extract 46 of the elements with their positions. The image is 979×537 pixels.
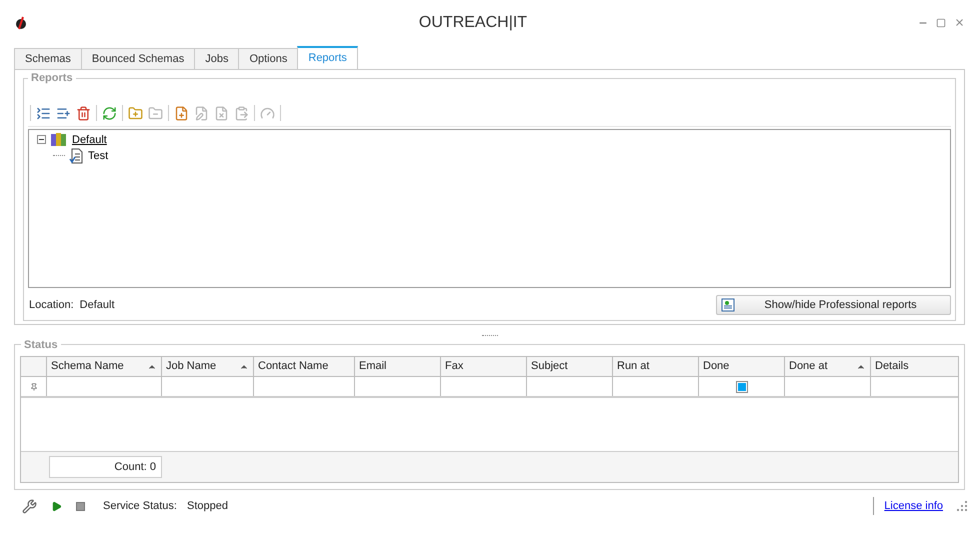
play-icon[interactable]	[51, 500, 62, 512]
pin-icon	[30, 382, 38, 390]
service-status-label: Service Status:	[103, 498, 177, 514]
column-header[interactable]: Schema Name	[47, 357, 162, 376]
expander-icon[interactable]	[37, 135, 46, 144]
tab[interactable]: Jobs	[194, 48, 240, 70]
window-title: OUTREACH|IT	[418, 14, 528, 30]
column-header[interactable]: Details	[871, 357, 957, 376]
close-icon[interactable]	[954, 17, 965, 28]
resize-grip-icon[interactable]	[957, 501, 967, 511]
group-title: Reports	[28, 70, 76, 86]
show-hide-button[interactable]: Show/hide Professional reports	[716, 295, 951, 316]
folder-plus-icon[interactable]	[128, 106, 143, 121]
books-icon	[50, 132, 68, 148]
tab[interactable]: Options	[238, 48, 298, 70]
report-icon	[69, 148, 84, 164]
stop-icon[interactable]	[76, 502, 85, 510]
license-link[interactable]: License info	[884, 498, 943, 514]
tab[interactable]: Reports	[297, 46, 358, 70]
column-header[interactable]: Subject	[527, 357, 613, 376]
app-logo	[14, 16, 28, 30]
maximize-icon[interactable]	[936, 18, 946, 28]
column-header[interactable]: Job Name	[162, 357, 254, 376]
column-header[interactable]: Fax	[441, 357, 527, 376]
service-status-value: Stopped	[186, 498, 228, 514]
column-header[interactable]: Done at	[785, 357, 871, 376]
collapse-icon[interactable]	[36, 106, 51, 121]
document-icon	[721, 298, 735, 312]
tab[interactable]: Bounced Schemas	[80, 48, 196, 70]
tools-icon[interactable]	[22, 498, 37, 514]
column-header[interactable]: Run at	[613, 357, 699, 376]
new-document-icon[interactable]	[174, 106, 189, 121]
splitter-handle[interactable]	[482, 334, 498, 336]
expand-icon[interactable]	[56, 106, 71, 121]
tree-item[interactable]: Default	[72, 132, 107, 148]
tree-item[interactable]: Test	[88, 148, 108, 164]
location-label: Location:	[29, 298, 74, 313]
tab[interactable]: Schemas	[14, 48, 82, 70]
filter-checkbox[interactable]	[736, 380, 748, 392]
count-field: Count: 0	[49, 456, 162, 478]
delete-icon[interactable]	[76, 106, 91, 121]
location-value: Default	[80, 298, 115, 313]
refresh-icon[interactable]	[102, 106, 117, 121]
column-header[interactable]: Done	[699, 357, 785, 376]
column-header[interactable]: Email	[355, 357, 441, 376]
column-header[interactable]: Contact Name	[254, 357, 355, 376]
